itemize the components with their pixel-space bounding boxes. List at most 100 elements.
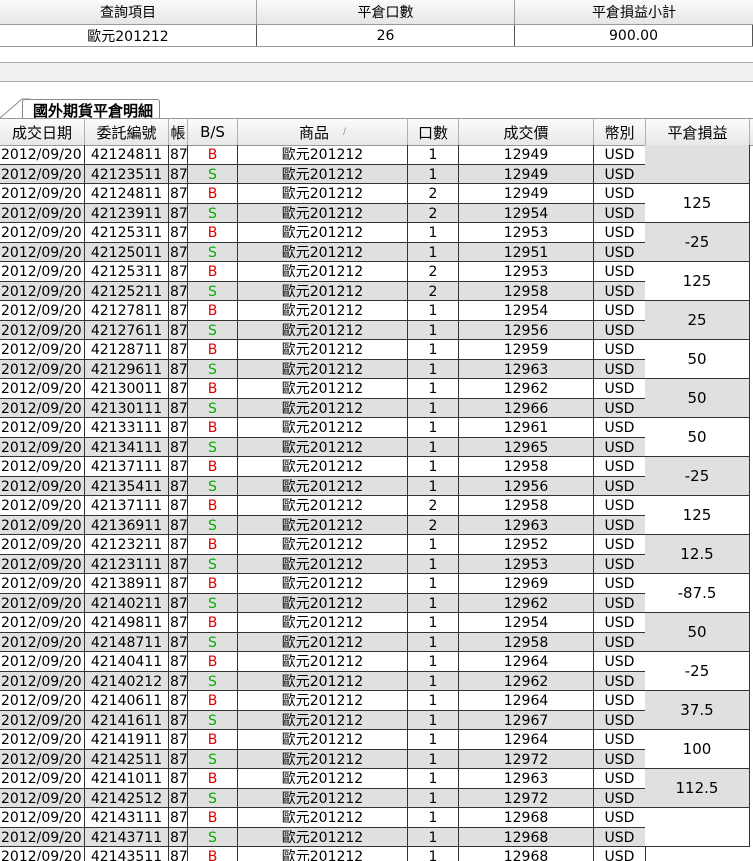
cell-account: 87:: [169, 301, 188, 321]
cell-currency: USD: [594, 496, 646, 516]
summary-values-row[interactable]: 歐元201212 26 900.00: [0, 25, 753, 47]
cell-date: 2012/09/20: [0, 847, 85, 861]
cell-close-pnl: 125: [645, 496, 750, 535]
cell-price: 12962: [459, 671, 594, 691]
cell-account: 87:: [169, 184, 188, 204]
table-row[interactable]: 2012/09/204214371187:S歐元201212112968USD: [0, 827, 646, 847]
cell-order-no: 42128711: [85, 340, 169, 360]
table-row[interactable]: 2012/09/204212761187:S歐元201212112956USD: [0, 320, 646, 340]
summary-header-qty[interactable]: 平倉口數: [257, 0, 515, 24]
table-row[interactable]: 2012/09/204212321187:B歐元201212112952USD: [0, 535, 646, 555]
table-row[interactable]: 2012/09/204214021187:S歐元201212112962USD: [0, 593, 646, 613]
cell-qty: 1: [408, 145, 459, 165]
table-row[interactable]: 2012/09/204214251187:S歐元201212112972USD: [0, 749, 646, 769]
cell-qty: 1: [408, 847, 459, 861]
cell-bs: B: [188, 457, 238, 477]
cell-close-pnl: 50: [645, 340, 750, 379]
cell-currency: USD: [594, 145, 646, 165]
cell-price: 12961: [459, 418, 594, 438]
cell-close-pnl: 125: [645, 262, 750, 301]
cell-product: 歐元201212: [238, 476, 408, 496]
cell-product: 歐元201212: [238, 398, 408, 418]
table-row[interactable]: 2012/09/204214061187:B歐元201212112964USD: [0, 691, 646, 711]
cell-qty: 1: [408, 340, 459, 360]
cell-price: 12967: [459, 710, 594, 730]
cell-bs: B: [188, 223, 238, 243]
cell-price: 12951: [459, 242, 594, 262]
table-row[interactable]: 2012/09/204213891187:B歐元201212112969USD: [0, 574, 646, 594]
table-row[interactable]: 2012/09/204212481187:B歐元201212212949USD: [0, 184, 646, 204]
table-row[interactable]: 2012/09/204212311187:S歐元201212112953USD: [0, 554, 646, 574]
table-row[interactable]: 2012/09/204214251287:S歐元201212112972USD: [0, 788, 646, 808]
cell-currency: USD: [594, 515, 646, 535]
table-row[interactable]: 2012/09/204212531187:B歐元201212112953USD: [0, 223, 646, 243]
summary-header-pnl[interactable]: 平倉損益小計: [515, 0, 753, 24]
table-row[interactable]: 2012/09/204212521187:S歐元201212212958USD: [0, 281, 646, 301]
cell-date: 2012/09/20: [0, 671, 85, 691]
col-header-currency[interactable]: 幣別: [594, 119, 646, 145]
table-row[interactable]: 2012/09/204213691187:S歐元201212212963USD: [0, 515, 646, 535]
cell-price: 12949: [459, 145, 594, 165]
cell-date: 2012/09/20: [0, 359, 85, 379]
table-row[interactable]: 2012/09/204213711187:B歐元201212112958USD: [0, 457, 646, 477]
summary-header-item[interactable]: 查詢項目: [0, 0, 257, 24]
col-header-pnl[interactable]: 平倉損益: [646, 119, 750, 145]
cell-date: 2012/09/20: [0, 262, 85, 282]
cell-price: 12953: [459, 223, 594, 243]
cell-account: 87:: [169, 554, 188, 574]
col-header-account[interactable]: 帳: [169, 119, 188, 145]
cell-price: 12953: [459, 262, 594, 282]
table-row[interactable]: 2012/09/204213541187:S歐元201212112956USD: [0, 476, 646, 496]
cell-price: 12954: [459, 203, 594, 223]
cell-price: 12972: [459, 788, 594, 808]
table-row[interactable]: 2012/09/204214021287:S歐元201212112962USD: [0, 671, 646, 691]
cell-qty: 1: [408, 730, 459, 750]
cell-currency: USD: [594, 340, 646, 360]
col-header-date[interactable]: 成交日期: [0, 119, 85, 145]
table-row[interactable]: 2012/09/204214041187:B歐元201212112964USD: [0, 652, 646, 672]
table-row[interactable]: 2012/09/204212481187:B歐元201212112949USD: [0, 145, 646, 165]
table-row[interactable]: 2012/09/204212501187:S歐元201212112951USD: [0, 242, 646, 262]
table-row[interactable]: 2012/09/204212781187:B歐元201212112954USD: [0, 301, 646, 321]
table-row[interactable]: 2012/09/204212531187:B歐元201212212953USD: [0, 262, 646, 282]
cell-qty: 1: [408, 749, 459, 769]
col-header-order-no[interactable]: 委託編號: [85, 119, 169, 145]
table-row[interactable]: 2012/09/204214101187:B歐元201212112963USD: [0, 769, 646, 789]
table-row[interactable]: 2012/09/204213411187:S歐元201212112965USD: [0, 437, 646, 457]
table-row[interactable]: 2012/09/204213311187:B歐元201212112961USD: [0, 418, 646, 438]
cell-product: 歐元201212: [238, 652, 408, 672]
col-header-bs[interactable]: B/S: [188, 119, 238, 145]
cell-qty: 2: [408, 203, 459, 223]
table-row[interactable]: 2012/09/204214311187:B歐元201212112968USD: [0, 808, 646, 828]
table-row[interactable]: 2012/09/204212351187:S歐元201212112949USD: [0, 164, 646, 184]
cell-order-no: 42142511: [85, 749, 169, 769]
cell-price: 12949: [459, 184, 594, 204]
cell-order-no: 42135411: [85, 476, 169, 496]
table-row[interactable]: 2012/09/204213001187:B歐元201212112962USD: [0, 379, 646, 399]
summary-qty-value: 26: [257, 25, 515, 46]
cell-price: 12958: [459, 281, 594, 301]
table-row[interactable]: 2012/09/204214871187:S歐元201212112958USD: [0, 632, 646, 652]
table-row[interactable]: 2012/09/204212871187:B歐元201212112959USD: [0, 340, 646, 360]
col-header-price[interactable]: 成交價: [459, 119, 594, 145]
cell-price: 12965: [459, 437, 594, 457]
table-row[interactable]: 2012/09/204214161187:S歐元201212112967USD: [0, 710, 646, 730]
col-header-qty[interactable]: 口數: [408, 119, 459, 145]
cell-product: 歐元201212: [238, 340, 408, 360]
table-row[interactable]: 2012/09/204214351187:B歐元201212112968USD: [0, 847, 646, 861]
table-row[interactable]: 2012/09/204212961187:S歐元201212112963USD: [0, 359, 646, 379]
cell-account: 87:: [169, 671, 188, 691]
table-row[interactable]: 2012/09/204214981187:B歐元201212112954USD: [0, 613, 646, 633]
table-row[interactable]: 2012/09/204213711187:B歐元201212212958USD: [0, 496, 646, 516]
cell-account: 87:: [169, 827, 188, 847]
table-row[interactable]: 2012/09/204214191187:B歐元201212112964USD: [0, 730, 646, 750]
table-row[interactable]: 2012/09/204212391187:S歐元201212212954USD: [0, 203, 646, 223]
table-row[interactable]: 2012/09/204213011187:S歐元201212112966USD: [0, 398, 646, 418]
splitter-bar[interactable]: [0, 62, 753, 82]
cell-price: 12956: [459, 476, 594, 496]
tab-foreign-futures-close-detail[interactable]: 國外期貨平倉明細: [22, 99, 161, 120]
cell-date: 2012/09/20: [0, 496, 85, 516]
cell-date: 2012/09/20: [0, 301, 85, 321]
col-header-product[interactable]: 商品 ∕: [238, 119, 408, 145]
cell-order-no: 42133111: [85, 418, 169, 438]
